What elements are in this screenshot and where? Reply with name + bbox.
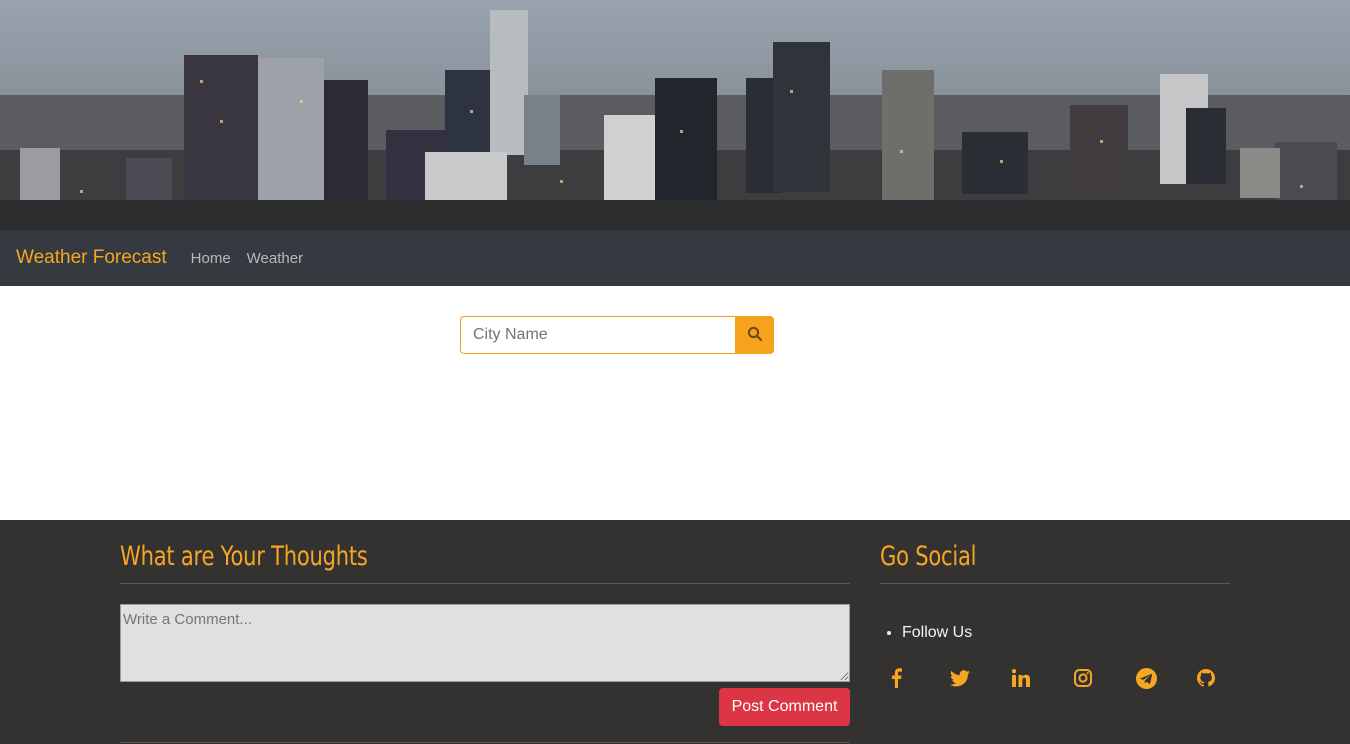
thoughts-heading: What are Your Thoughts <box>120 541 368 572</box>
follow-us-label: Follow Us <box>902 624 972 642</box>
post-comment-button[interactable]: Post Comment <box>719 688 850 726</box>
linkedin-icon[interactable] <box>1009 666 1033 690</box>
nav-link-weather[interactable]: Weather <box>247 250 303 267</box>
follow-list: Follow Us <box>902 624 972 642</box>
thoughts-divider <box>120 583 850 584</box>
social-heading: Go Social <box>880 541 977 572</box>
social-section: Go Social Follow Us <box>880 538 1230 689</box>
social-icons <box>880 666 1230 690</box>
twitter-icon[interactable] <box>948 666 972 690</box>
brand-link[interactable]: Weather Forecast <box>16 247 167 269</box>
footer: What are Your Thoughts Post Comment Go S… <box>0 520 1350 744</box>
city-search-form <box>460 316 774 354</box>
city-name-input[interactable] <box>460 316 735 354</box>
thoughts-section: What are Your Thoughts Post Comment <box>120 538 850 726</box>
hero-banner-image <box>0 0 1350 230</box>
facebook-icon[interactable] <box>884 666 908 690</box>
nav-link-home[interactable]: Home <box>191 250 231 267</box>
instagram-icon[interactable] <box>1071 666 1095 690</box>
navbar: Weather Forecast Home Weather <box>0 230 1350 286</box>
github-icon[interactable] <box>1194 666 1218 690</box>
search-icon <box>747 326 763 345</box>
social-divider <box>880 583 1230 584</box>
footer-bottom-divider <box>120 742 850 743</box>
telegram-icon[interactable] <box>1134 666 1158 690</box>
search-button[interactable] <box>735 316 774 354</box>
comment-textarea[interactable] <box>120 604 850 682</box>
